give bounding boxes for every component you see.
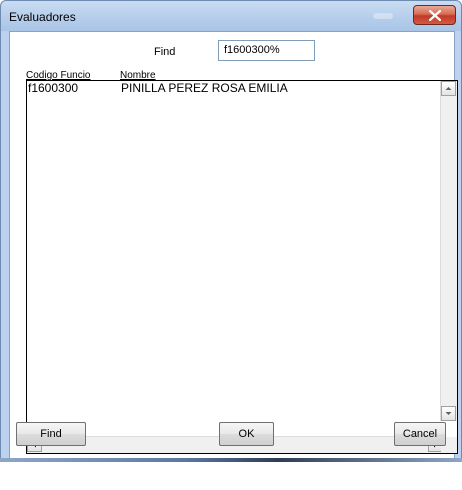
scroll-down-arrow-icon [445, 412, 452, 415]
scroll-up-arrow-icon [445, 87, 452, 90]
row-codigo: f1600300 [28, 81, 79, 95]
window-title: Evaluadores [9, 10, 76, 24]
find-button[interactable]: Find [16, 422, 86, 446]
ok-button[interactable]: OK [219, 422, 274, 446]
scroll-down-button[interactable] [441, 406, 456, 421]
find-input[interactable]: f1600300% [218, 40, 315, 61]
dialog-window: Evaluadores Find f1600300% Codigo Funcio… [0, 0, 462, 462]
cancel-button[interactable]: Cancel [394, 422, 446, 446]
title-bar[interactable]: Evaluadores [1, 1, 461, 31]
row-nombre: PINILLA PEREZ ROSA EMILIA [121, 81, 288, 95]
scroll-up-button[interactable] [441, 81, 456, 96]
table-row[interactable]: f1600300 PINILLA PEREZ ROSA EMILIA [27, 81, 437, 95]
title-bar-reflection [373, 13, 393, 19]
close-icon [429, 10, 441, 21]
close-button[interactable] [413, 5, 456, 25]
results-list[interactable]: f1600300 PINILLA PEREZ ROSA EMILIA [26, 80, 458, 454]
dialog-body: Find f1600300% Codigo Funcio Nombre f160… [9, 31, 458, 459]
vertical-scrollbar[interactable] [440, 81, 457, 421]
desktop-background [0, 462, 462, 490]
find-label: Find [154, 46, 176, 58]
